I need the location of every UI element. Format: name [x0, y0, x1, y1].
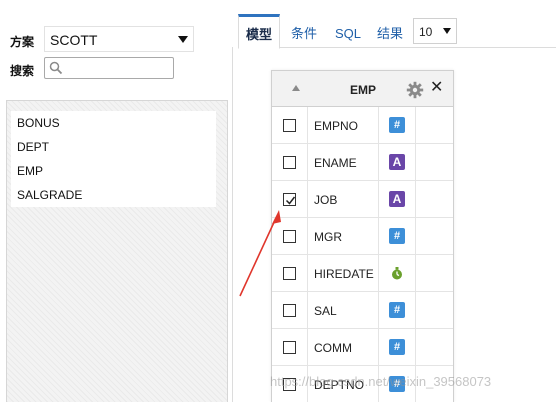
column-checkbox[interactable]: [283, 267, 296, 280]
table-list-item-bonus[interactable]: BONUS: [11, 111, 216, 135]
search-label: 搜索: [10, 64, 35, 78]
cell-divider: [378, 107, 379, 144]
row-limit-value: 10: [419, 25, 433, 39]
cell-divider: [415, 292, 416, 329]
cell-divider: [378, 329, 379, 366]
close-icon[interactable]: ✕: [430, 79, 443, 97]
column-row[interactable]: ENAME A: [272, 144, 453, 181]
table-list-item-emp[interactable]: EMP: [11, 159, 216, 183]
column-row[interactable]: MGR #: [272, 218, 453, 255]
collapse-triangle-icon[interactable]: [292, 85, 300, 91]
cell-divider: [415, 329, 416, 366]
column-name: JOB: [314, 193, 338, 207]
number-icon: #: [389, 339, 405, 355]
content-divider: [232, 47, 233, 402]
cell-divider: [307, 144, 308, 181]
search-icon: [49, 61, 63, 75]
column-row[interactable]: HIREDATE: [272, 255, 453, 292]
column-name: MGR: [314, 230, 342, 244]
column-checkbox[interactable]: [283, 119, 296, 132]
string-icon: A: [389, 191, 405, 207]
column-checkbox[interactable]: [283, 341, 296, 354]
tab-model[interactable]: 模型: [238, 14, 281, 49]
left-panel: 方案 SCOTT 搜索 BONUS DEPT EMP SALGRADE: [0, 0, 230, 402]
table-list-item-dept[interactable]: DEPT: [11, 135, 216, 159]
search-input[interactable]: [67, 60, 171, 76]
tab-bar: 模型 条件 SQL 结果: [238, 14, 556, 49]
tab-results[interactable]: 结果: [370, 14, 410, 48]
cell-divider: [307, 107, 308, 144]
cell-divider: [415, 144, 416, 181]
column-name: EMPNO: [314, 119, 359, 133]
tab-sql[interactable]: SQL: [328, 14, 368, 48]
column-name: COMM: [314, 341, 352, 355]
number-icon: #: [389, 228, 405, 244]
column-checkbox[interactable]: [283, 156, 296, 169]
checkmark-icon: [285, 196, 296, 205]
emp-table-title: EMP: [350, 83, 377, 97]
cell-divider: [415, 107, 416, 144]
column-name: SAL: [314, 304, 337, 318]
number-icon: #: [389, 302, 405, 318]
search-field[interactable]: [44, 57, 174, 79]
watermark: https://blog.csdn.net/weixin_39568073: [270, 374, 492, 389]
tab-conditions[interactable]: 条件: [284, 14, 324, 48]
column-row[interactable]: COMM #: [272, 329, 453, 366]
table-list-item-salgrade[interactable]: SALGRADE: [11, 183, 216, 207]
cell-divider: [378, 144, 379, 181]
column-checkbox[interactable]: [283, 304, 296, 317]
column-checkbox[interactable]: [283, 193, 296, 206]
cell-divider: [307, 218, 308, 255]
string-icon: A: [389, 154, 405, 170]
cell-divider: [378, 181, 379, 218]
emp-table-widget[interactable]: EMP ✕ EMPNO # ENAME A JOB A MGR # HIREDATE SAL # CO…: [271, 70, 454, 402]
date-icon: [389, 265, 405, 281]
cell-divider: [415, 255, 416, 292]
column-checkbox[interactable]: [283, 230, 296, 243]
column-name: ENAME: [314, 156, 357, 170]
emp-table-header: EMP ✕: [272, 71, 453, 107]
schema-select-value: SCOTT: [50, 32, 98, 48]
chevron-down-icon: [443, 28, 451, 34]
schema-select[interactable]: SCOTT: [44, 26, 194, 52]
cell-divider: [307, 329, 308, 366]
table-list: BONUS DEPT EMP SALGRADE: [11, 111, 216, 207]
table-list-panel: BONUS DEPT EMP SALGRADE: [6, 100, 228, 402]
cell-divider: [307, 292, 308, 329]
number-icon: #: [389, 117, 405, 133]
cell-divider: [415, 218, 416, 255]
chevron-down-icon: [178, 36, 188, 43]
cell-divider: [378, 292, 379, 329]
gear-icon[interactable]: [406, 81, 424, 99]
cell-divider: [307, 255, 308, 292]
cell-divider: [415, 181, 416, 218]
column-name: HIREDATE: [314, 267, 374, 281]
cell-divider: [307, 181, 308, 218]
column-row[interactable]: EMPNO #: [272, 107, 453, 144]
column-row[interactable]: SAL #: [272, 292, 453, 329]
column-row[interactable]: JOB A: [272, 181, 453, 218]
schema-label: 方案: [10, 35, 35, 49]
cell-divider: [378, 218, 379, 255]
cell-divider: [378, 255, 379, 292]
row-limit-select[interactable]: 10: [413, 18, 457, 44]
